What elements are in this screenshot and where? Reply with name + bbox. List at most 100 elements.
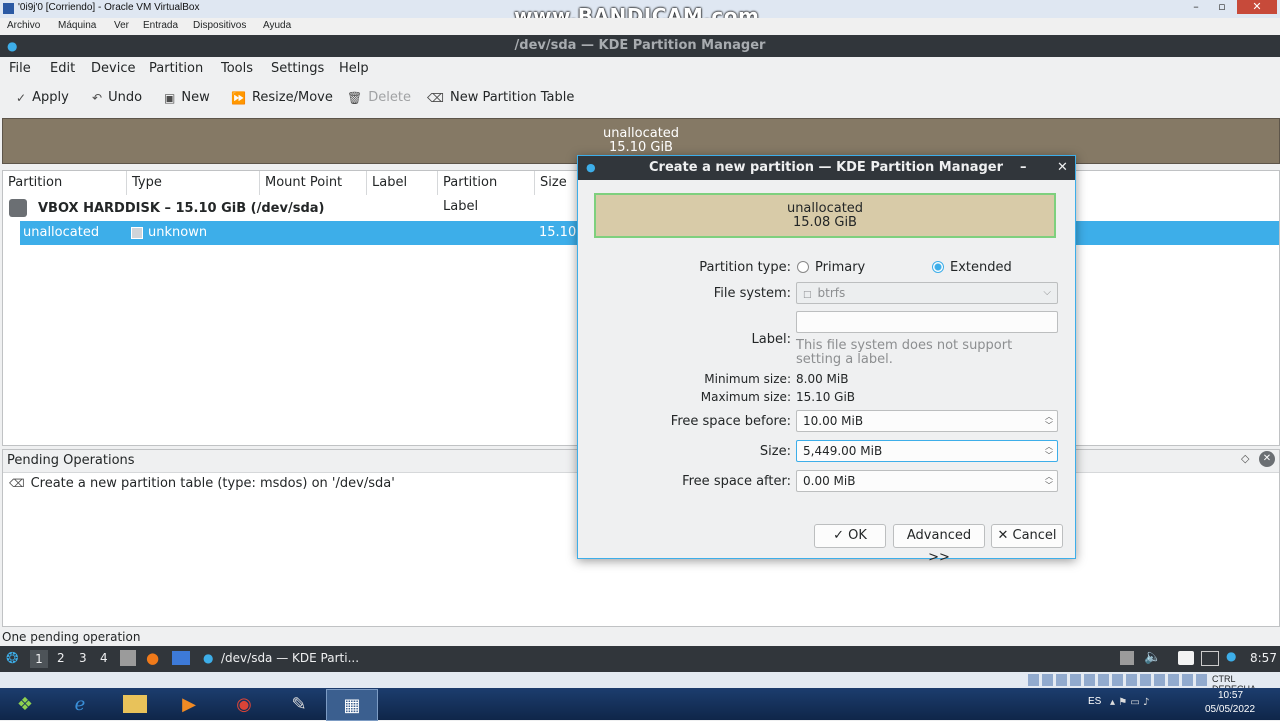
minimize-icon[interactable]: – (1183, 0, 1209, 14)
windows-start-icon[interactable]: ❖ (0, 689, 50, 719)
desktop-4[interactable]: 4 (100, 651, 108, 665)
explorer-icon[interactable] (110, 689, 160, 719)
label-input[interactable] (796, 311, 1058, 333)
menu-help[interactable]: Help (339, 61, 369, 76)
kde-clock: 8:57 (1250, 651, 1277, 665)
free-after-stepper[interactable]: 0.00 MiB ︿ ﹀ (796, 470, 1058, 492)
vbox-menu-archivo[interactable]: Archivo (7, 20, 40, 31)
network-icon[interactable] (1201, 651, 1219, 666)
filesystem-color-icon (131, 227, 143, 239)
apply-button[interactable]: ✓ Apply (16, 90, 69, 105)
files-icon[interactable] (120, 650, 136, 666)
menu-file[interactable]: File (9, 61, 31, 76)
size-value: 5,449.00 MiB (803, 444, 883, 458)
new-button[interactable]: ▣ New (164, 90, 210, 105)
task-partition-manager-icon: ● (203, 651, 214, 665)
vbox-device-icons[interactable] (1028, 674, 1208, 686)
new-partition-table-button[interactable]: ⌫ New Partition Table (427, 90, 574, 105)
float-icon[interactable]: ◇ (1241, 452, 1249, 465)
menu-tools[interactable]: Tools (221, 61, 253, 76)
vbox-menu-entrada[interactable]: Entrada (143, 20, 178, 31)
firefox-icon[interactable]: ● (146, 649, 159, 667)
size-stepper[interactable]: 5,449.00 MiB ︿ ﹀ (796, 440, 1058, 462)
windows-taskbar: ❖ ℯ ▶ ◉ ✎ ▦ ES ▴ ⚑ ▭ ♪ 10:57 05/05/2022 (0, 688, 1280, 721)
close-panel-icon[interactable]: ✕ (1259, 451, 1275, 467)
menu-edit[interactable]: Edit (50, 61, 75, 76)
spin-arrows-icon[interactable]: ︿ ﹀ (1045, 412, 1053, 430)
chrome-icon[interactable]: ◉ (219, 689, 269, 719)
partition-table-icon: ⌫ (9, 477, 25, 490)
vbox-menu-ayuda[interactable]: Ayuda (263, 20, 291, 31)
app-toolbar: ✓ Apply ↶ Undo ▣ New ⏩ Resize/Move 🗑 Del… (0, 83, 1280, 113)
ok-button[interactable]: ✓ OK (814, 524, 886, 548)
language-indicator[interactable]: ES (1088, 696, 1101, 707)
ie-icon[interactable]: ℯ (55, 689, 105, 719)
paint-icon[interactable]: ✎ (274, 689, 324, 719)
free-before-stepper[interactable]: 10.00 MiB ︿ ﹀ (796, 410, 1058, 432)
new-document-icon: ▣ (164, 90, 176, 105)
delete-label: Delete (368, 90, 411, 105)
partition-type-label: Partition type: (699, 260, 791, 275)
maximize-icon[interactable]: ▫ (1209, 0, 1235, 14)
dialog-minimize-icon[interactable]: – (1020, 156, 1027, 180)
cancel-button[interactable]: ✕ Cancel (991, 524, 1063, 548)
filesystem-select[interactable]: □ btrfs ⌵ (796, 282, 1058, 304)
new-label: New (181, 90, 210, 105)
cancel-label: Cancel (1012, 528, 1057, 543)
cancel-icon: ✕ (997, 528, 1009, 543)
label-note: This file system does not support settin… (796, 338, 1013, 367)
vbox-menubar: Archivo Máquina Ver Entrada Dispositivos… (0, 18, 1280, 35)
media-player-icon[interactable]: ▶ (164, 689, 214, 719)
partition-table-icon: ⌫ (427, 90, 444, 105)
pending-item[interactable]: ⌫ Create a new partition table (type: ms… (9, 476, 395, 491)
free-after-label: Free space after: (682, 474, 791, 489)
spin-arrows-icon[interactable]: ︿ ﹀ (1045, 472, 1053, 490)
menu-settings[interactable]: Settings (271, 61, 324, 76)
clipboard-icon[interactable] (1120, 651, 1134, 665)
checkmark-icon: ✓ (16, 90, 27, 105)
size-label: Size: (759, 444, 791, 459)
delete-button[interactable]: 🗑 Delete (347, 90, 411, 105)
dialog-close-icon[interactable]: ✕ (1057, 156, 1068, 180)
dialog-title: Create a new partition — KDE Partition M… (649, 160, 1004, 175)
radio-checked-icon (932, 261, 944, 273)
updates-icon[interactable]: ● (1226, 649, 1236, 663)
desktop-3[interactable]: 3 (79, 651, 87, 665)
virtualbox-taskbar-icon[interactable]: ▦ (326, 689, 378, 721)
app-window-title: /dev/sda — KDE Partition Manager (514, 38, 766, 53)
desktop-1[interactable]: 1 (30, 650, 48, 668)
new-partition-name: unallocated (786, 201, 864, 216)
dialog-titlebar: ● Create a new partition — KDE Partition… (578, 156, 1075, 180)
free-before-label: Free space before: (670, 414, 791, 429)
kde-launcher-icon[interactable]: ❂ (6, 649, 19, 667)
vbox-menu-ver[interactable]: Ver (114, 20, 129, 31)
close-icon[interactable]: ✕ (1237, 0, 1277, 14)
partition-graphic-size: 15.10 GiB (609, 140, 673, 155)
menu-partition[interactable]: Partition (149, 61, 203, 76)
column-type[interactable]: Type (127, 171, 260, 195)
spin-arrows-icon[interactable]: ︿ ﹀ (1045, 442, 1053, 460)
vbox-menu-dispositivos[interactable]: Dispositivos (193, 20, 246, 31)
volume-icon[interactable]: 🔈 (1144, 649, 1161, 665)
column-label[interactable]: Label (367, 171, 438, 195)
tray-icons[interactable]: ▴ ⚑ ▭ ♪ (1110, 697, 1149, 708)
column-mount-point[interactable]: Mount Point (260, 171, 367, 195)
host-time: 10:57 (1218, 690, 1244, 701)
new-partition-graphic[interactable]: unallocated 15.08 GiB (594, 193, 1056, 238)
terminal-icon[interactable] (172, 651, 190, 665)
virtualbox-icon (3, 3, 14, 14)
column-partition[interactable]: Partition (3, 171, 127, 195)
new-partition-size: 15.08 GiB (793, 215, 857, 230)
task-partition-manager[interactable]: /dev/sda — KDE Parti... (221, 651, 359, 665)
column-size[interactable]: Size (535, 171, 579, 195)
desktop-2[interactable]: 2 (57, 651, 65, 665)
extended-radio[interactable]: Extended (932, 260, 1012, 275)
resize-move-button[interactable]: ⏩ Resize/Move (231, 90, 333, 105)
column-partition-label[interactable]: Partition Label (438, 171, 535, 214)
notes-icon[interactable] (1178, 651, 1194, 665)
vbox-menu-maquina[interactable]: Máquina (58, 20, 96, 31)
advanced-button[interactable]: Advanced >> (893, 524, 985, 565)
menu-device[interactable]: Device (91, 61, 135, 76)
primary-radio[interactable]: Primary (797, 260, 865, 275)
undo-button[interactable]: ↶ Undo (92, 90, 142, 105)
